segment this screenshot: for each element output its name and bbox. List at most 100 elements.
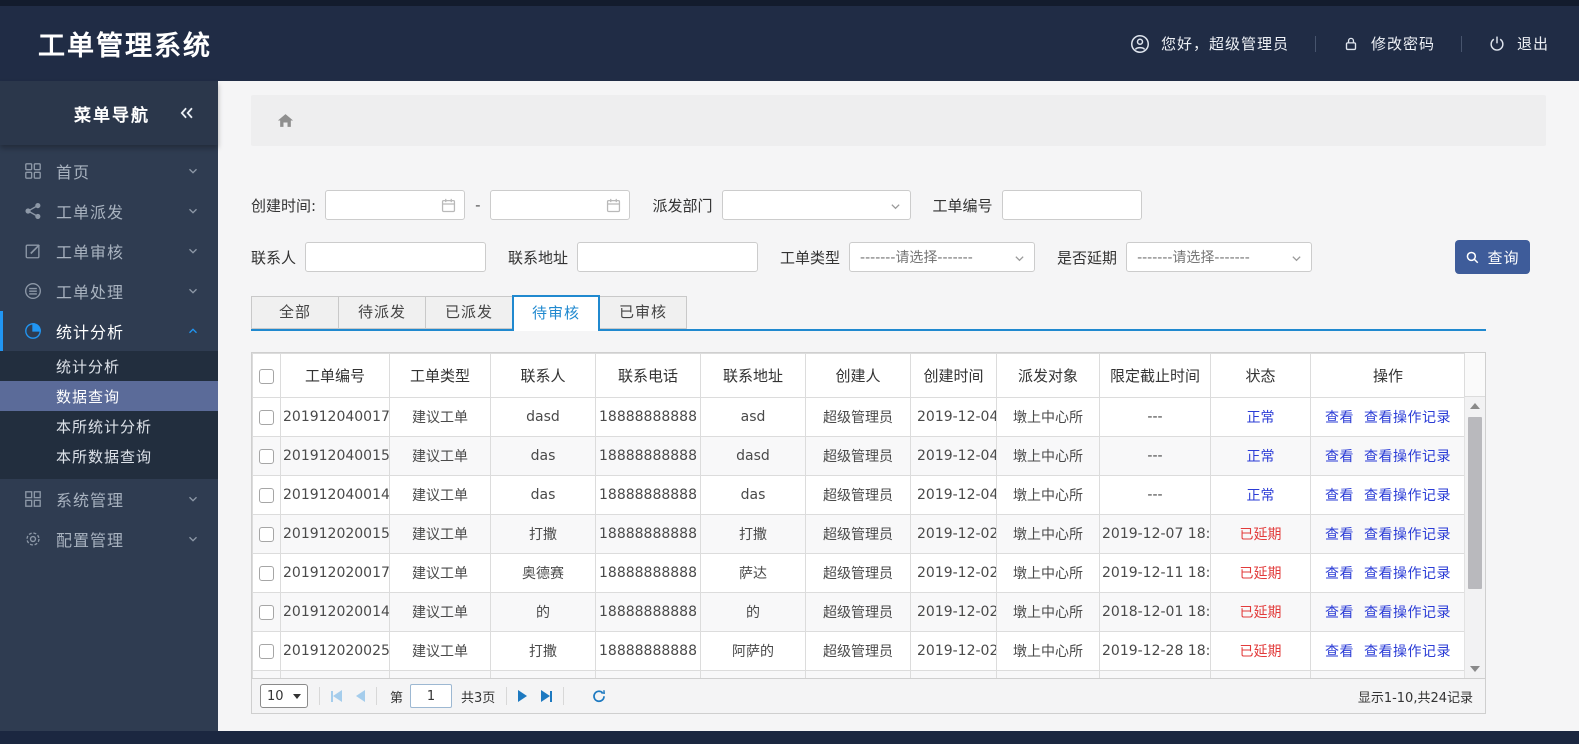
scroll-up-icon[interactable] <box>1470 403 1480 409</box>
view-log-link[interactable]: 查看操作记录 <box>1364 644 1451 660</box>
status-tabs: 全部 待派发 已派发 待审核 已审核 <box>251 295 1486 331</box>
current-page-input[interactable] <box>410 684 453 708</box>
first-page-icon[interactable] <box>331 690 342 702</box>
grid-icon <box>24 162 42 180</box>
column-header: 联系地址 <box>700 353 806 398</box>
filter-row-2: 联系人 联系地址 工单类型 -------请选择------- 是否延期 ---… <box>251 240 1546 274</box>
refresh-icon[interactable] <box>591 688 607 704</box>
cell-creator: 超级管理员 <box>805 592 911 632</box>
sidebar-subitem-local-statistics[interactable]: 本所统计分析 <box>0 411 218 441</box>
view-link[interactable]: 查看 <box>1325 644 1354 660</box>
sidebar-subitem-local-data-query[interactable]: 本所数据查询 <box>0 441 218 471</box>
sidebar-submenu: 统计分析 数据查询 本所统计分析 本所数据查询 <box>0 351 218 479</box>
last-page-icon[interactable] <box>541 690 553 702</box>
header-divider <box>1314 35 1316 52</box>
sidebar-subitem-data-query[interactable]: 数据查询 <box>0 381 218 411</box>
row-checkbox[interactable] <box>259 448 274 464</box>
view-link[interactable]: 查看 <box>1325 527 1354 543</box>
sidebar-item-review[interactable]: 工单审核 <box>0 231 218 271</box>
cell-contact: dasd <box>490 397 596 437</box>
view-link[interactable]: 查看 <box>1325 566 1354 582</box>
order-type-select[interactable]: -------请选择------- <box>849 242 1036 272</box>
view-log-link[interactable]: 查看操作记录 <box>1364 449 1451 465</box>
tab-reviewed[interactable]: 已审核 <box>599 296 687 329</box>
view-log-link[interactable]: 查看操作记录 <box>1364 605 1451 621</box>
tab-to-dispatch[interactable]: 待派发 <box>338 296 426 329</box>
create-time-end-input[interactable] <box>491 191 630 219</box>
greeting-text: 您好，超级管理员 <box>1160 35 1289 53</box>
scroll-down-icon[interactable] <box>1470 666 1480 672</box>
column-header: 状态 <box>1210 353 1311 398</box>
tab-label: 待派发 <box>357 303 406 321</box>
cell-target: 墩上中心所 <box>996 514 1100 554</box>
breadcrumb <box>251 95 1546 146</box>
sidebar-item-system[interactable]: 系统管理 <box>0 479 218 519</box>
contact-input[interactable] <box>306 243 486 271</box>
cell-address: 阿萨的 <box>700 631 806 671</box>
is-delayed-select[interactable]: -------请选择------- <box>1126 242 1313 272</box>
sidebar-item-label: 系统管理 <box>56 491 125 510</box>
scrollbar-thumb[interactable] <box>1468 417 1482 589</box>
view-log-link[interactable]: 查看操作记录 <box>1364 566 1451 582</box>
cell-created: 2019-12-02 17 <box>910 553 997 593</box>
tab-to-review[interactable]: 待审核 <box>512 295 600 331</box>
table-scrollbar[interactable] <box>1464 397 1485 678</box>
next-page-icon[interactable] <box>518 690 528 702</box>
page-prefix-label: 第 <box>390 690 404 706</box>
row-checkbox[interactable] <box>259 487 274 503</box>
chevron-down-icon <box>186 244 200 258</box>
create-time-start-input[interactable] <box>326 191 465 219</box>
logout-button[interactable]: 退出 <box>1488 33 1549 54</box>
sidebar-subitem-statistics[interactable]: 统计分析 <box>0 351 218 381</box>
view-log-link[interactable]: 查看操作记录 <box>1364 410 1451 426</box>
view-link[interactable]: 查看 <box>1325 605 1354 621</box>
cell-status: 已延期 <box>1210 592 1311 632</box>
cell-status: 正常 <box>1210 436 1311 476</box>
search-button[interactable]: 查询 <box>1455 240 1530 274</box>
view-log-link[interactable]: 查看操作记录 <box>1364 527 1451 543</box>
scrollbar-header-cell <box>1464 353 1485 397</box>
double-chevron-left-icon[interactable] <box>178 104 196 122</box>
dispatch-dept-select[interactable] <box>721 190 911 220</box>
view-link[interactable]: 查看 <box>1325 488 1354 504</box>
order-no-input[interactable] <box>1002 191 1141 219</box>
cell-phone: 18888888888 <box>595 631 701 671</box>
sidebar-item-home[interactable]: 首页 <box>0 151 218 191</box>
view-link[interactable]: 查看 <box>1325 449 1354 465</box>
cell-created: 2019-12-02 16 <box>910 592 997 632</box>
cell-order-id: 201912040015C <box>280 436 390 476</box>
sidebar-item-statistics[interactable]: 统计分析 <box>0 311 218 351</box>
tab-dispatched[interactable]: 已派发 <box>425 296 513 329</box>
row-checkbox[interactable] <box>259 409 274 425</box>
cell-contact: das <box>490 475 596 515</box>
user-greeting[interactable]: 您好，超级管理员 <box>1130 33 1289 54</box>
pager-divider <box>376 687 377 705</box>
cell-target: 墩上中心所 <box>996 436 1100 476</box>
cell-deadline: 2019-12-28 18:10 <box>1099 631 1211 671</box>
sidebar-item-process[interactable]: 工单处理 <box>0 271 218 311</box>
change-password-button[interactable]: 修改密码 <box>1342 33 1435 54</box>
sidebar-item-config[interactable]: 配置管理 <box>0 519 218 559</box>
home-icon[interactable] <box>276 111 295 130</box>
tab-all[interactable]: 全部 <box>251 296 339 329</box>
select-all-checkbox[interactable] <box>259 368 274 384</box>
filter-panel: 创建时间: - 派发部门 工单编号 联系人 联系地址 工单类型 -------请… <box>218 190 1579 274</box>
change-password-label: 修改密码 <box>1370 35 1435 53</box>
view-link[interactable]: 查看 <box>1325 410 1354 426</box>
view-log-link[interactable]: 查看操作记录 <box>1364 488 1451 504</box>
row-checkbox[interactable] <box>259 526 274 542</box>
date-range-separator: - <box>475 196 481 214</box>
cell-order-id: 201912020014C <box>280 592 390 632</box>
sidebar-item-dispatch[interactable]: 工单派发 <box>0 191 218 231</box>
order-type-label: 工单类型 <box>780 248 841 267</box>
cell-deadline: 2019-12-11 18:16 <box>1099 553 1211 593</box>
prev-page-icon[interactable] <box>356 690 365 702</box>
row-checkbox[interactable] <box>259 604 274 620</box>
row-checkbox[interactable] <box>259 565 274 581</box>
chevron-down-icon <box>186 284 200 298</box>
row-checkbox[interactable] <box>259 643 274 659</box>
page-footer <box>0 731 1579 744</box>
address-input[interactable] <box>578 243 758 271</box>
page-size-select[interactable]: 10 <box>260 684 308 708</box>
contact-label: 联系人 <box>251 248 297 267</box>
